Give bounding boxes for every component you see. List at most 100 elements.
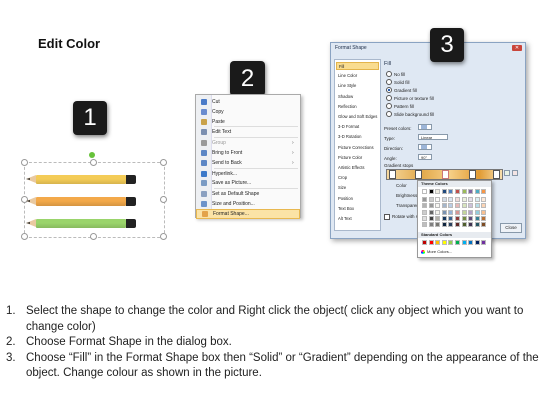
color-swatch[interactable] <box>435 203 441 209</box>
color-swatch[interactable] <box>461 222 467 227</box>
type-dropdown[interactable]: Linear <box>418 134 448 140</box>
direction-dropdown[interactable] <box>418 144 432 150</box>
pencil-green[interactable] <box>26 219 136 228</box>
preset-colors-dropdown[interactable] <box>418 124 432 130</box>
fill-option-radio[interactable]: Solid fill <box>386 79 410 85</box>
color-swatch[interactable] <box>448 197 454 203</box>
color-swatch[interactable] <box>422 203 427 209</box>
context-menu-item[interactable]: Hyperlink... <box>196 169 300 179</box>
color-swatch[interactable] <box>468 209 474 215</box>
selection-handle[interactable] <box>90 233 97 240</box>
color-swatch[interactable] <box>428 222 434 227</box>
standard-color-swatch[interactable] <box>468 240 474 245</box>
color-swatch[interactable] <box>474 203 480 209</box>
category-item[interactable]: Picture Color <box>336 154 379 162</box>
color-swatch[interactable] <box>441 222 447 227</box>
color-swatch[interactable] <box>461 209 467 215</box>
fill-option-radio[interactable]: Slide background fill <box>386 111 434 117</box>
context-menu-item[interactable]: Format Shape... <box>196 208 300 219</box>
color-swatch[interactable] <box>468 197 474 203</box>
close-icon[interactable]: ✕ <box>512 45 522 51</box>
color-swatch[interactable] <box>474 209 480 215</box>
color-swatch[interactable] <box>468 189 474 194</box>
color-swatch[interactable] <box>422 189 427 194</box>
add-stop-button[interactable] <box>504 170 510 176</box>
color-swatch[interactable] <box>448 189 454 194</box>
category-item[interactable]: Text Box <box>336 205 379 213</box>
color-swatch[interactable] <box>435 189 441 194</box>
category-item[interactable]: Reflection <box>336 103 379 111</box>
color-swatch[interactable] <box>455 189 460 194</box>
color-swatch[interactable] <box>474 197 480 203</box>
category-item[interactable]: Line Color <box>336 72 379 80</box>
category-item[interactable]: Alt Text <box>336 215 379 223</box>
category-item[interactable]: Size <box>336 184 379 192</box>
color-swatch[interactable] <box>461 215 467 221</box>
standard-color-swatch[interactable] <box>441 240 447 245</box>
color-swatch[interactable] <box>455 215 460 221</box>
color-swatch[interactable] <box>441 197 447 203</box>
selection-handle[interactable] <box>90 159 97 166</box>
category-item[interactable]: 3-D Rotation <box>336 133 379 141</box>
color-swatch[interactable] <box>422 197 427 203</box>
gradient-stop[interactable] <box>389 170 396 179</box>
category-item[interactable]: Picture Corrections <box>336 144 379 152</box>
category-item[interactable]: Fill <box>336 62 379 70</box>
remove-stop-button[interactable] <box>512 170 518 176</box>
fill-option-radio[interactable]: No fill <box>386 71 405 77</box>
standard-color-swatch[interactable] <box>455 240 460 245</box>
color-swatch[interactable] <box>448 203 454 209</box>
color-swatch[interactable] <box>428 203 434 209</box>
color-swatch[interactable] <box>441 209 447 215</box>
color-swatch[interactable] <box>481 209 487 215</box>
more-colors-link[interactable]: More Colors... <box>421 249 452 254</box>
category-item[interactable]: 3-D Format <box>336 123 379 131</box>
standard-color-swatch[interactable] <box>448 240 454 245</box>
color-swatch[interactable] <box>474 189 480 194</box>
fill-option-radio[interactable]: Picture or texture fill <box>386 95 434 101</box>
color-swatch[interactable] <box>455 203 460 209</box>
color-swatch[interactable] <box>455 197 460 203</box>
angle-input[interactable]: 90° <box>418 154 432 160</box>
context-menu-item[interactable]: Send to Back › <box>196 158 300 168</box>
color-swatch[interactable] <box>448 209 454 215</box>
color-swatch[interactable] <box>468 215 474 221</box>
standard-color-swatch[interactable] <box>481 240 487 245</box>
category-item[interactable]: Line Style <box>336 82 379 90</box>
selection-handle[interactable] <box>160 196 167 203</box>
color-swatch[interactable] <box>441 189 447 194</box>
color-swatch[interactable] <box>428 197 434 203</box>
fill-option-radio[interactable]: Pattern fill <box>386 103 414 109</box>
color-swatch[interactable] <box>435 215 441 221</box>
category-item[interactable]: Glow and Soft Edges <box>336 113 379 121</box>
selection-handle[interactable] <box>21 159 28 166</box>
context-menu-item[interactable]: Bring to Front › <box>196 148 300 158</box>
color-swatch[interactable] <box>461 189 467 194</box>
color-swatch[interactable] <box>422 209 427 215</box>
context-menu-item[interactable]: Copy <box>196 107 300 117</box>
color-swatch[interactable] <box>481 197 487 203</box>
context-menu-item[interactable]: Edit Text <box>196 127 300 137</box>
color-swatch[interactable] <box>428 189 434 194</box>
gradient-stop[interactable] <box>442 170 449 179</box>
gradient-stop[interactable] <box>469 170 476 179</box>
color-swatch[interactable] <box>448 222 454 227</box>
close-button[interactable]: Close <box>500 223 522 233</box>
category-item[interactable]: Position <box>336 195 379 203</box>
standard-color-swatch[interactable] <box>435 240 441 245</box>
context-menu-item[interactable]: Cut <box>196 97 300 107</box>
standard-color-swatch[interactable] <box>422 240 427 245</box>
color-swatch[interactable] <box>481 222 487 227</box>
selection-handle[interactable] <box>160 159 167 166</box>
category-item[interactable]: Artistic Effects <box>336 164 379 172</box>
gradient-stop[interactable] <box>493 170 500 179</box>
rotate-handle[interactable] <box>89 152 95 158</box>
standard-color-swatch[interactable] <box>474 240 480 245</box>
context-menu-item[interactable]: Set as Default Shape <box>196 189 300 199</box>
color-swatch[interactable] <box>448 215 454 221</box>
color-swatch[interactable] <box>428 215 434 221</box>
color-swatch[interactable] <box>468 203 474 209</box>
pencil-yellow[interactable] <box>26 175 136 184</box>
color-swatch[interactable] <box>422 222 427 227</box>
color-swatch[interactable] <box>428 209 434 215</box>
